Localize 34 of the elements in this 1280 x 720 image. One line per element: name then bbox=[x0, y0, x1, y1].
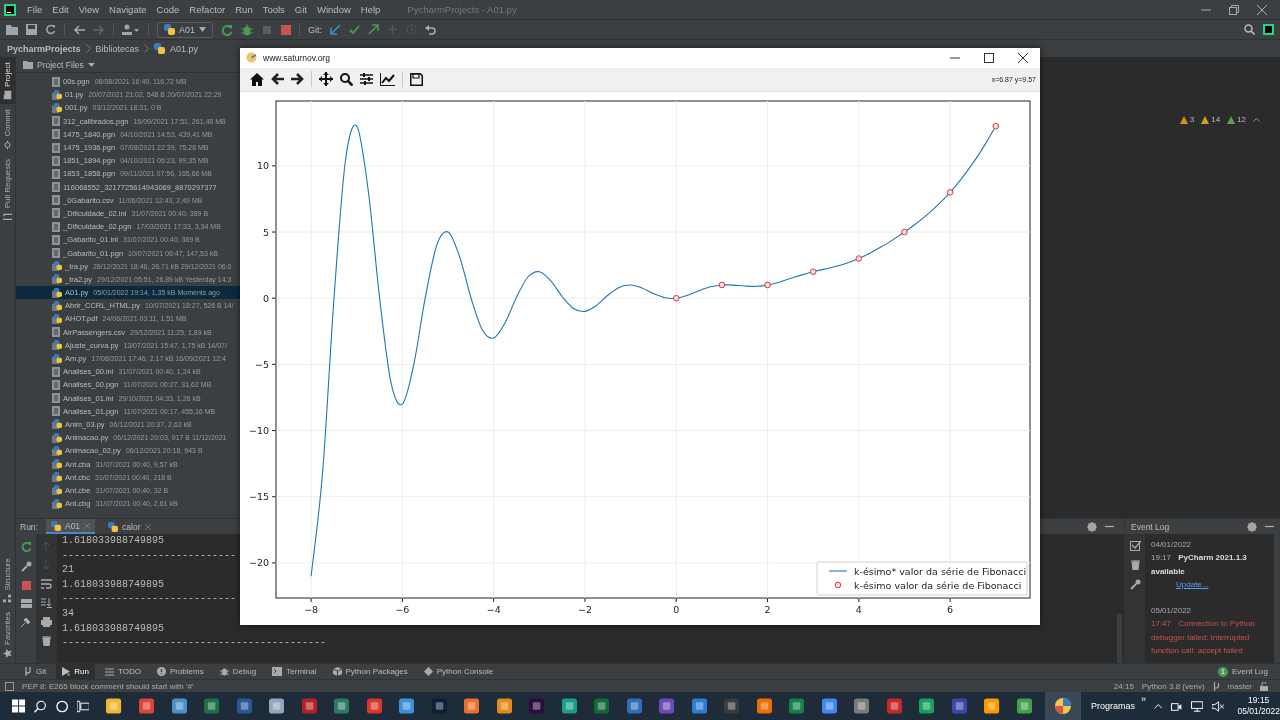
git-label: Git: bbox=[308, 24, 323, 35]
console-line: 1.618033988749895 bbox=[62, 577, 165, 592]
event-message: 19:17 PyCharm 2021.1.3 available bbox=[1151, 552, 1248, 578]
event-date: 04/01/2022 bbox=[1151, 539, 1193, 551]
legend-label: k-ésimo valor da série de Fibonacci bbox=[854, 580, 1022, 591]
console-line: ----------------------------- bbox=[62, 592, 237, 607]
x-tick-label: 6 bbox=[947, 604, 954, 615]
x-tick-label: 2 bbox=[764, 604, 771, 615]
console-line: 1.618033988749895 bbox=[62, 534, 165, 548]
y-tick-label: −20 bbox=[248, 557, 269, 569]
x-tick-label: −8 bbox=[304, 604, 319, 615]
x-tick-label: −6 bbox=[395, 604, 410, 615]
console-line: 34 bbox=[62, 606, 74, 621]
y-tick-label: 10 bbox=[256, 160, 269, 172]
y-tick-label: 5 bbox=[262, 226, 269, 238]
status-message: PEP 8: E265 block comment should start with '#' bbox=[22, 681, 194, 691]
legend-label: k-ésimo* valor da série de Fibonacci bbox=[854, 566, 1027, 577]
y-tick-label: −10 bbox=[248, 425, 269, 437]
y-tick-label: −5 bbox=[255, 358, 269, 370]
console-line: 21 bbox=[62, 563, 74, 578]
console-line: 1.618033988749895 bbox=[62, 621, 165, 636]
console-line: -------------------------------------------- bbox=[62, 636, 327, 651]
panel-title: Run: bbox=[20, 521, 38, 532]
x-tick-label: 0 bbox=[673, 604, 680, 615]
x-tick-label: 4 bbox=[855, 604, 862, 615]
panel-title: Event Log bbox=[1131, 521, 1170, 532]
x-tick-label: −2 bbox=[578, 604, 592, 615]
x-tick-label: −4 bbox=[486, 604, 501, 615]
y-tick-label: −15 bbox=[248, 491, 269, 503]
window-title: www.saturnov.org bbox=[263, 52, 330, 63]
y-tick-label: 0 bbox=[262, 292, 269, 304]
event-date: 05/01/2022 bbox=[1151, 605, 1193, 618]
console-line: ----------------------------- bbox=[62, 548, 237, 563]
event-message: 17:47 Connection to Python debugger failed: Interrupted function call: accept failed bbox=[1151, 618, 1256, 658]
